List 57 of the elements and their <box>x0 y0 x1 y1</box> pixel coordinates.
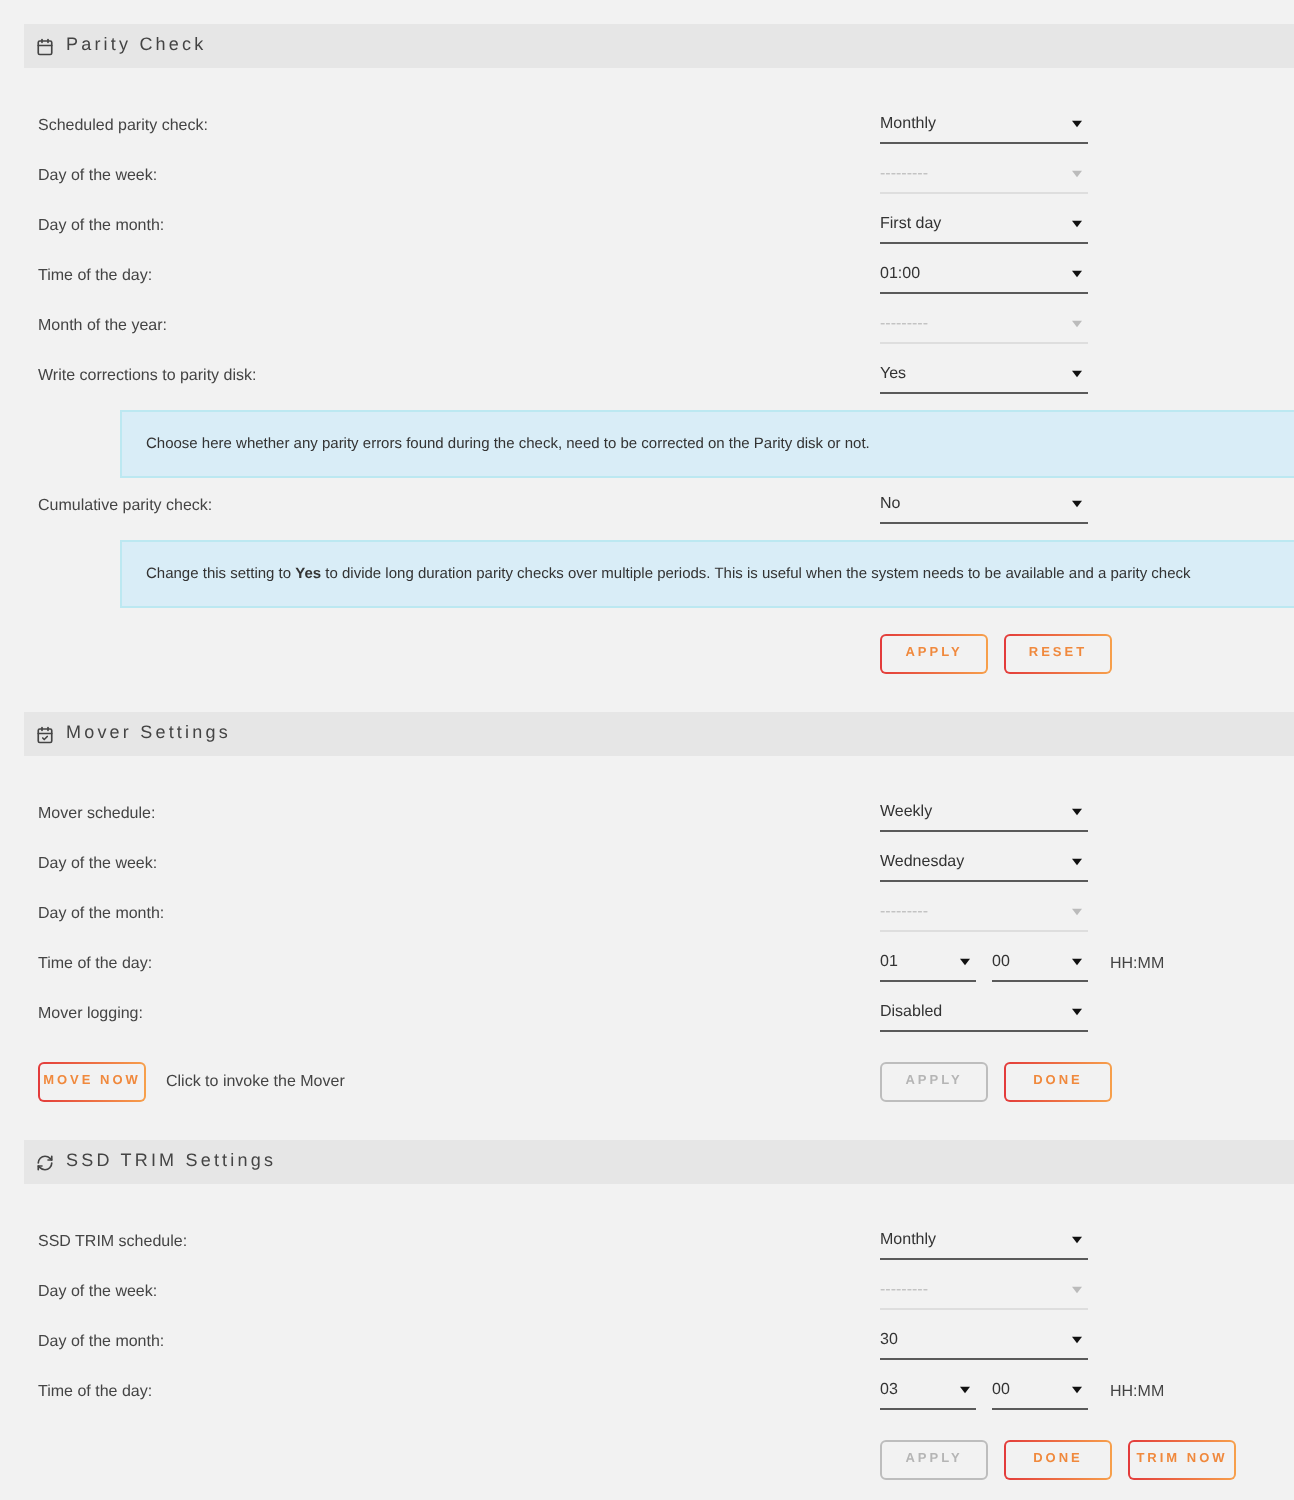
field-label: Day of the week: <box>38 163 158 187</box>
caret-down-icon <box>1072 858 1082 866</box>
dropdown[interactable]: Monthly <box>880 1223 1088 1259</box>
dropdown[interactable]: 00 <box>992 1373 1088 1409</box>
field-label: Day of the week: <box>38 1279 158 1303</box>
circular-arrows-icon <box>36 1153 54 1171</box>
dropdown[interactable]: 01 <box>880 945 976 981</box>
caret-down-icon <box>1072 120 1082 128</box>
field-label: SSD TRIM schedule: <box>38 1229 188 1253</box>
time-format-label: HH:MM <box>1110 1379 1165 1403</box>
field-label: Time of the day: <box>38 1379 153 1403</box>
caret-down-icon <box>1072 320 1082 328</box>
field-label: Day of the month: <box>38 213 165 237</box>
caret-down-icon <box>1072 908 1082 916</box>
caret-down-icon <box>1072 1286 1082 1294</box>
dropdown[interactable]: 01:00 <box>880 257 1088 293</box>
caret-down-icon <box>1072 1336 1082 1344</box>
dropdown[interactable]: First day <box>880 207 1088 243</box>
field-label: Scheduled parity check: <box>38 113 208 137</box>
caret-down-icon <box>1072 958 1082 966</box>
dropdown[interactable]: Disabled <box>880 995 1088 1031</box>
field-label: Write corrections to parity disk: <box>38 363 257 387</box>
field-label: Time of the day: <box>38 263 153 287</box>
caret-down-icon <box>1072 808 1082 816</box>
caret-down-icon <box>1072 270 1082 278</box>
hint-text: Click to invoke the Mover <box>166 1070 345 1094</box>
caret-down-icon <box>1072 170 1082 178</box>
caret-down-icon <box>960 1386 970 1394</box>
calendar-icon <box>36 37 54 55</box>
caret-down-icon <box>1072 500 1082 508</box>
section-title: Parity Check <box>66 32 207 59</box>
field-label: Cumulative parity check: <box>38 493 213 517</box>
field-label: Time of the day: <box>38 951 153 975</box>
dropdown[interactable]: Yes <box>880 357 1088 393</box>
caret-down-icon <box>1072 220 1082 228</box>
dropdown[interactable]: 00 <box>992 945 1088 981</box>
field-label: Mover schedule: <box>38 801 156 825</box>
dropdown[interactable]: Weekly <box>880 795 1088 831</box>
caret-down-icon <box>1072 1386 1082 1394</box>
field-label: Day of the month: <box>38 1329 165 1353</box>
time-format-label: HH:MM <box>1110 951 1165 975</box>
field-label: Mover logging: <box>38 1001 143 1025</box>
dropdown[interactable]: Monthly <box>880 107 1088 143</box>
field-label: Month of the year: <box>38 313 167 337</box>
calendar-check-icon <box>36 725 54 743</box>
section-title: SSD TRIM Settings <box>66 1148 277 1175</box>
caret-down-icon <box>1072 370 1082 378</box>
dropdown[interactable]: 03 <box>880 1373 976 1409</box>
caret-down-icon <box>1072 1236 1082 1244</box>
caret-down-icon <box>960 958 970 966</box>
field-label: Day of the week: <box>38 851 158 875</box>
dropdown[interactable]: 30 <box>880 1323 1088 1359</box>
field-label: Day of the month: <box>38 901 165 925</box>
dropdown[interactable]: Wednesday <box>880 845 1088 881</box>
dropdown[interactable]: No <box>880 487 1088 523</box>
section-title: Mover Settings <box>66 720 231 747</box>
caret-down-icon <box>1072 1008 1082 1016</box>
